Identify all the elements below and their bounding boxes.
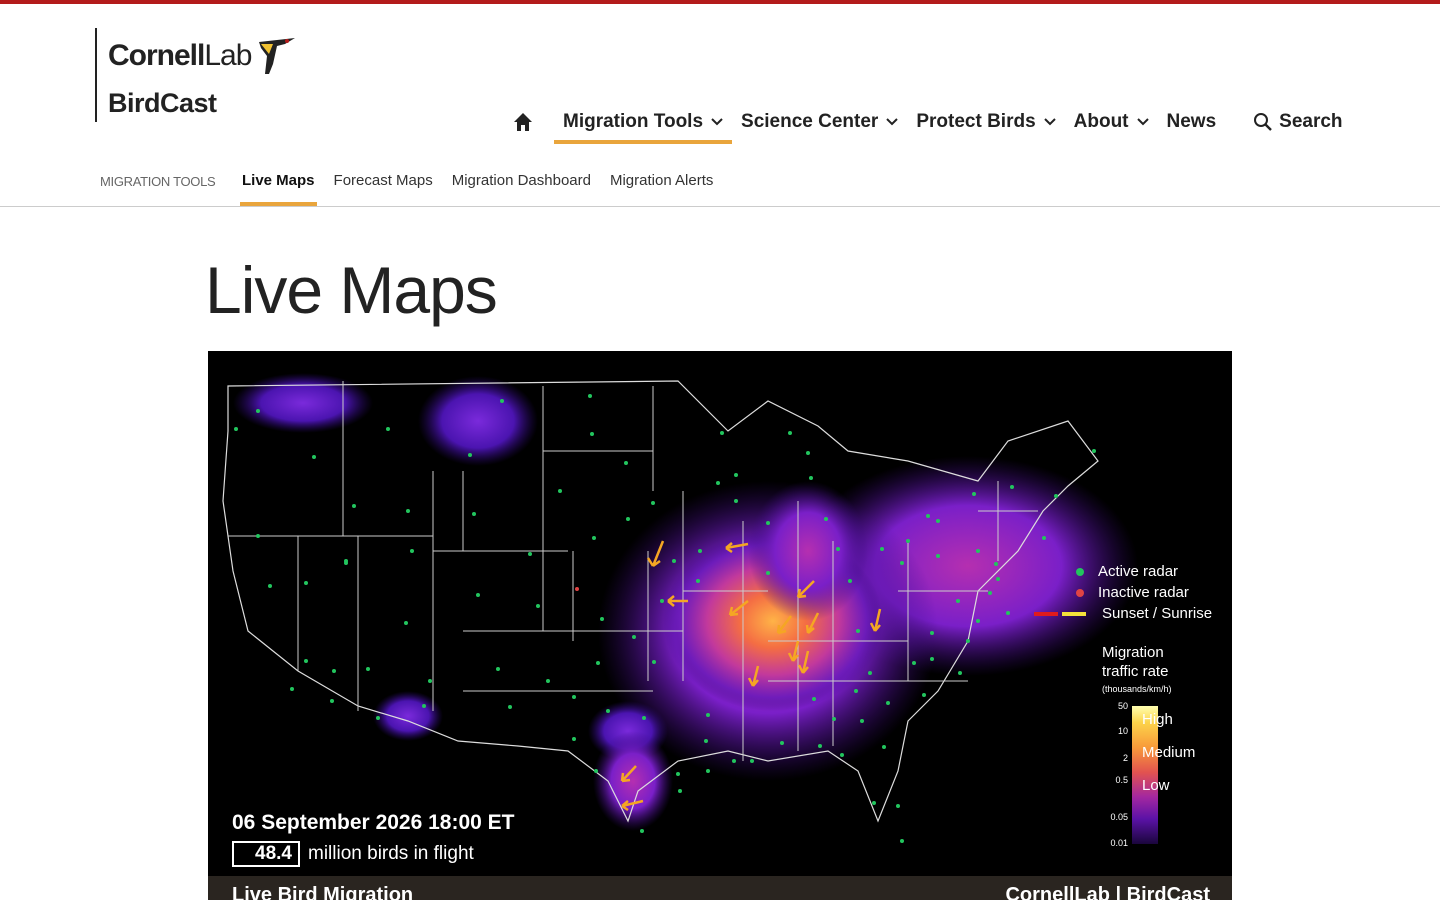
legend-active-radar: Active radar <box>1034 561 1212 582</box>
cornell-lab-wordmark: Cornell Lab <box>108 34 301 78</box>
tick-label: 0.01 <box>1110 838 1128 848</box>
nav-migration-tools[interactable]: Migration Tools <box>554 100 733 144</box>
sunset-line-swatch <box>1034 611 1090 616</box>
nav-label: Migration Tools <box>563 111 704 132</box>
subnav-forecast-maps[interactable]: Forecast Maps <box>332 164 435 206</box>
nav-about[interactable]: About <box>1065 100 1158 144</box>
tick-label: 50 <box>1117 701 1128 711</box>
lab-text: Lab <box>204 39 252 72</box>
nav-label: About <box>1073 111 1129 132</box>
main-nav: Migration Tools Science Center Protect B… <box>510 100 1343 144</box>
banner-logo-text: CornellLab | BirdCast <box>1005 884 1210 900</box>
tick-label: 2 <box>1122 753 1128 763</box>
woodpecker-logo-icon <box>259 38 296 74</box>
map-legend: Active radar Inactive radar Sunset / Sun… <box>1034 561 1212 624</box>
inactive-radar-dot <box>1076 588 1084 597</box>
home-icon[interactable] <box>510 109 536 135</box>
chevron-down-icon <box>1043 118 1056 126</box>
banner-title: Live Bird Migration <box>232 884 414 900</box>
legend-sunset-label: Sunset / Sunrise <box>1102 605 1213 622</box>
active-radar-dot <box>1076 567 1084 576</box>
search-icon <box>1254 113 1273 131</box>
nav-label: Protect Birds <box>916 111 1036 132</box>
birdcast-wordmark: BirdCast <box>108 88 217 118</box>
bird-count-value: 48.4 <box>232 841 300 867</box>
rate-title-line1: Migration <box>1102 644 1164 661</box>
cornell-text: Cornell <box>108 39 205 72</box>
subnav-section-label: MIGRATION TOOLS <box>100 174 216 189</box>
bird-count-suffix: million birds in flight <box>308 843 474 864</box>
legend-sunset-sunrise: Sunset / Sunrise <box>1034 603 1212 624</box>
nav-protect-birds[interactable]: Protect Birds <box>907 100 1064 144</box>
tick-label: 0.05 <box>1110 812 1128 822</box>
section-subnav: MIGRATION TOOLS Live Maps Forecast Maps … <box>0 164 1440 207</box>
nav-news[interactable]: News <box>1158 100 1226 144</box>
timestamp-text: 06 September 2026 18:00 ET <box>232 811 515 834</box>
chevron-down-icon <box>886 118 899 126</box>
nav-label: News <box>1166 111 1217 132</box>
tick-label: 0.5 <box>1115 775 1128 785</box>
search-button[interactable]: Search <box>1253 111 1343 133</box>
map-banner: Live Bird Migration CornellLab | BirdCas… <box>208 876 1232 900</box>
site-header: Cornell Lab BirdCast Migration Tools Scie… <box>0 4 1440 164</box>
rate-legend: Migration traffic rate (thousands/km/h) <box>1102 643 1172 694</box>
subnav-live-maps[interactable]: Live Maps <box>240 164 317 206</box>
subnav-migration-dashboard[interactable]: Migration Dashboard <box>450 164 593 206</box>
legend-active-label: Active radar <box>1098 563 1179 580</box>
rate-unit: (thousands/km/h) <box>1102 684 1172 694</box>
page-title: Live Maps <box>205 253 498 327</box>
site-logo[interactable]: Cornell Lab BirdCast <box>95 28 301 122</box>
tick-label: 10 <box>1117 726 1128 736</box>
nav-label: Science Center <box>741 111 879 132</box>
search-label: Search <box>1279 111 1343 132</box>
chevron-down-icon <box>1136 118 1149 126</box>
live-migration-map[interactable]: Active radar Inactive radar Sunset / Sun… <box>208 351 1232 900</box>
rate-title-line2: traffic rate <box>1102 663 1169 680</box>
subnav-migration-alerts[interactable]: Migration Alerts <box>608 164 715 206</box>
legend-inactive-label: Inactive radar <box>1098 584 1189 601</box>
birds-in-flight: 48.4 million birds in flight <box>232 841 515 867</box>
rate-scale-ticks: 50 10 2 0.5 0.05 0.01 <box>1074 701 1132 851</box>
level-high: High <box>1142 711 1173 728</box>
legend-inactive-radar: Inactive radar <box>1034 582 1212 603</box>
level-medium: Medium <box>1142 744 1196 761</box>
map-timestamp: 06 September 2026 18:00 ET 48.4 million … <box>232 811 515 867</box>
chevron-down-icon <box>711 118 723 126</box>
level-low: Low <box>1142 777 1170 794</box>
nav-science-center[interactable]: Science Center <box>732 100 907 144</box>
